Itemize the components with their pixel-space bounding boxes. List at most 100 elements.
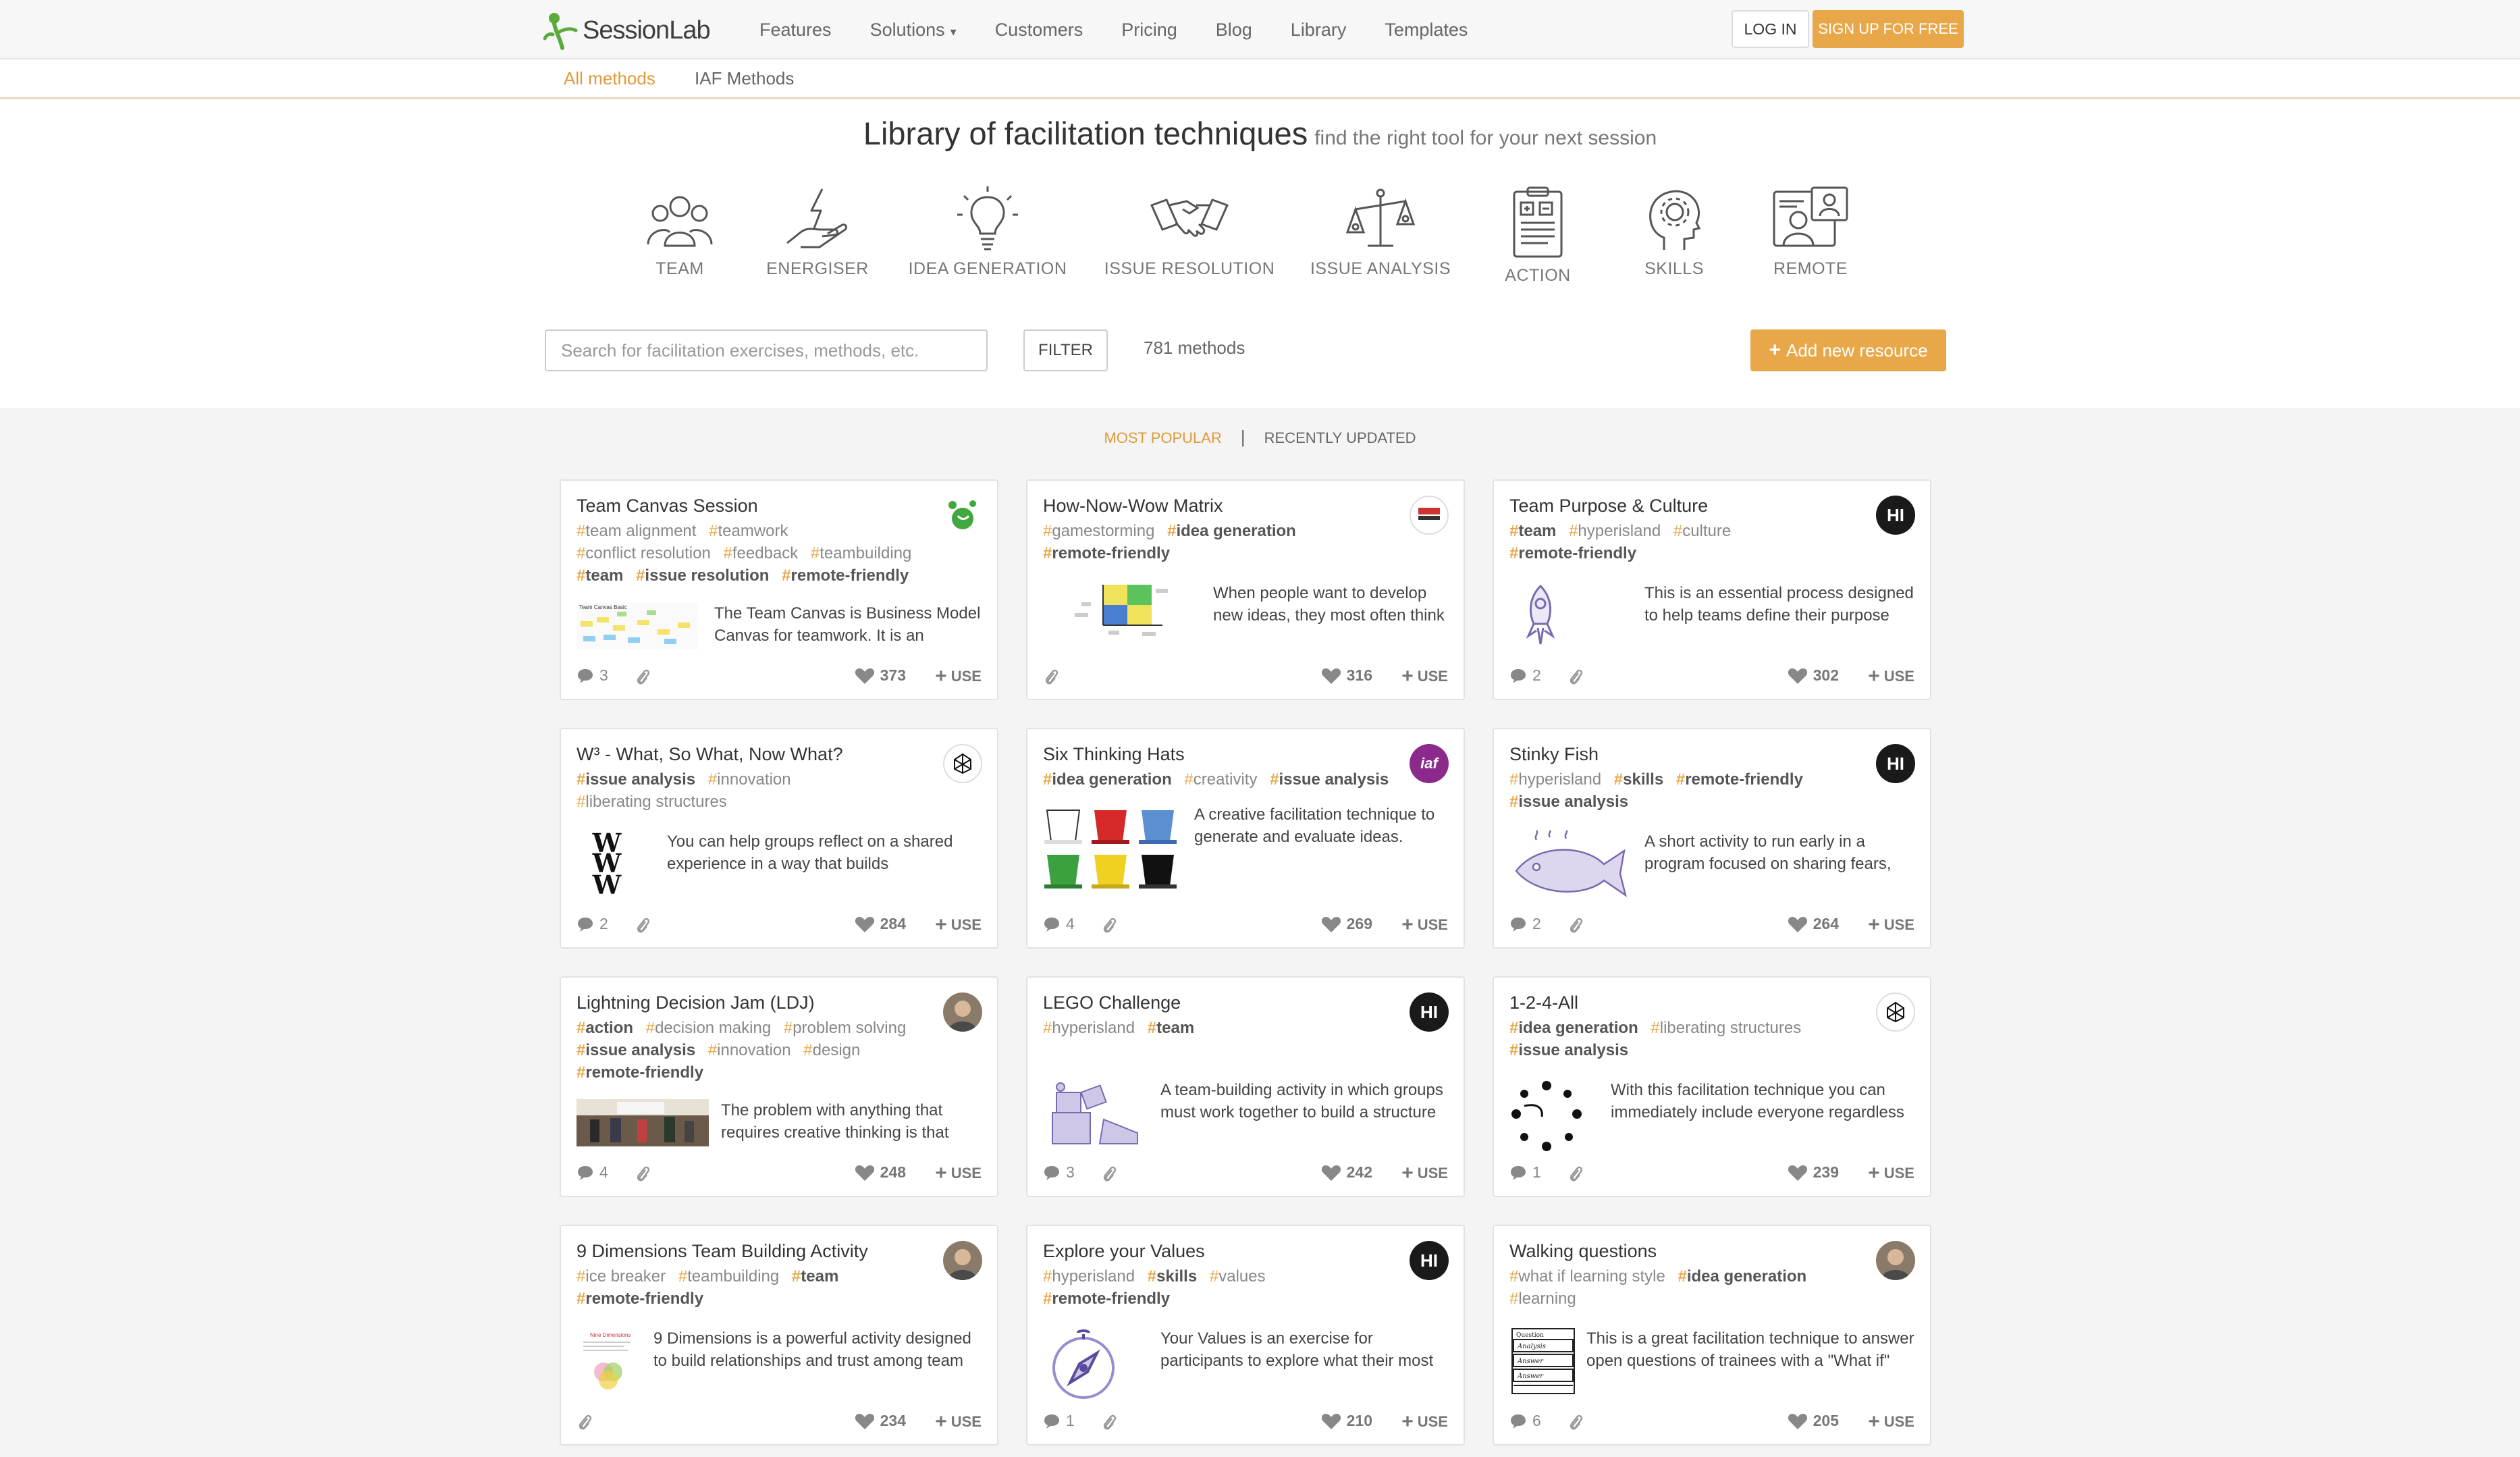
- use-button[interactable]: + USE: [1401, 915, 1448, 935]
- tag-link[interactable]: #skills: [1148, 1267, 1197, 1286]
- tag-link[interactable]: #gamestorming: [1043, 522, 1154, 540]
- add-new-resource-button[interactable]: + Add new resource: [1750, 329, 1946, 371]
- tag-link[interactable]: #action: [577, 1019, 633, 1037]
- tag-link[interactable]: #ice breaker: [577, 1267, 666, 1286]
- card-thumbnail[interactable]: [1043, 1079, 1144, 1150]
- liberating-structures-badge[interactable]: [1876, 992, 1915, 1032]
- nav-library[interactable]: Library: [1291, 20, 1347, 41]
- card-thumbnail[interactable]: [1068, 582, 1183, 646]
- nav-pricing[interactable]: Pricing: [1121, 20, 1177, 41]
- likes-button[interactable]: 248: [855, 1163, 906, 1182]
- comments-count[interactable]: 2: [1509, 666, 1541, 685]
- likes-button[interactable]: 284: [855, 915, 906, 933]
- tag-link[interactable]: #liberating structures: [577, 793, 727, 811]
- nav-templates[interactable]: Templates: [1385, 20, 1468, 41]
- hyper-island-badge[interactable]: HI: [1876, 496, 1915, 535]
- hyper-island-badge[interactable]: HI: [1876, 744, 1915, 783]
- use-button[interactable]: + USE: [1401, 1163, 1448, 1184]
- tag-link[interactable]: #what if learning style: [1509, 1267, 1665, 1286]
- tag-link[interactable]: #hyperisland: [1043, 1019, 1135, 1037]
- use-button[interactable]: + USE: [1868, 666, 1914, 687]
- likes-button[interactable]: 373: [855, 666, 906, 685]
- author-avatar[interactable]: [943, 992, 982, 1032]
- comments-count[interactable]: 1: [1509, 1163, 1541, 1182]
- card-title[interactable]: Walking questions: [1509, 1241, 1657, 1262]
- tag-link[interactable]: #decision making: [646, 1019, 771, 1037]
- method-card[interactable]: Team Purpose & Culture HI #team #hyperisla…: [1493, 479, 1931, 700]
- tag-link[interactable]: #issue analysis: [577, 770, 695, 789]
- tag-link[interactable]: #idea generation: [1043, 770, 1172, 789]
- tag-link[interactable]: #hyperisland: [1043, 1267, 1135, 1286]
- tag-link[interactable]: #team: [1509, 522, 1556, 540]
- nav-features[interactable]: Features: [759, 20, 832, 41]
- author-avatar[interactable]: [1876, 1241, 1915, 1280]
- card-title[interactable]: LEGO Challenge: [1043, 992, 1181, 1013]
- card-thumbnail[interactable]: [1509, 582, 1570, 653]
- tag-link[interactable]: #innovation: [708, 770, 791, 789]
- tag-link[interactable]: #team: [1148, 1019, 1194, 1037]
- method-card[interactable]: Stinky Fish HI #hyperisland #skills #remot…: [1493, 728, 1931, 949]
- use-button[interactable]: + USE: [935, 915, 982, 935]
- hyper-island-badge[interactable]: HI: [1410, 1241, 1449, 1280]
- tag-link[interactable]: #creativity: [1184, 770, 1257, 789]
- category-issue-analysis[interactable]: ISSUE ANALYSIS: [1293, 185, 1468, 279]
- tag-link[interactable]: #values: [1210, 1267, 1266, 1286]
- method-card[interactable]: Walking questions #what if learning style…: [1493, 1225, 1931, 1446]
- sort-recently-updated[interactable]: RECENTLY UPDATED: [1264, 429, 1416, 446]
- use-button[interactable]: + USE: [935, 1163, 982, 1184]
- author-logo-badge[interactable]: [943, 496, 982, 535]
- comments-count[interactable]: 6: [1509, 1412, 1541, 1430]
- tag-link[interactable]: #remote-friendly: [1509, 544, 1636, 562]
- card-title[interactable]: Team Canvas Session: [577, 496, 758, 516]
- use-button[interactable]: + USE: [1401, 666, 1448, 687]
- method-card[interactable]: W³ - What, So What, Now What? #issue anal…: [560, 728, 998, 949]
- tag-link[interactable]: #hyperisland: [1509, 770, 1601, 789]
- likes-button[interactable]: 239: [1788, 1163, 1839, 1182]
- tag-link[interactable]: #hyperisland: [1569, 522, 1661, 540]
- card-thumbnail[interactable]: WWW: [577, 828, 637, 901]
- tag-link[interactable]: #culture: [1673, 522, 1731, 540]
- tag-link[interactable]: #remote-friendly: [1676, 770, 1803, 789]
- sort-most-popular[interactable]: MOST POPULAR: [1104, 429, 1221, 446]
- tag-link[interactable]: #learning: [1509, 1290, 1576, 1308]
- card-thumbnail[interactable]: [1509, 1079, 1584, 1157]
- tag-link[interactable]: #innovation: [708, 1041, 791, 1059]
- comments-count[interactable]: 3: [1043, 1163, 1075, 1182]
- use-button[interactable]: + USE: [1868, 1163, 1914, 1184]
- signup-button[interactable]: SIGN UP FOR FREE: [1813, 10, 1964, 48]
- method-card[interactable]: Team Canvas Session #team alignment #team…: [560, 479, 998, 700]
- filter-button[interactable]: FILTER: [1023, 329, 1108, 371]
- tag-link[interactable]: #problem solving: [784, 1019, 906, 1037]
- tag-link[interactable]: #idea generation: [1678, 1267, 1806, 1286]
- tag-link[interactable]: #team: [792, 1267, 838, 1286]
- card-thumbnail[interactable]: [1509, 827, 1631, 901]
- subnav-all-methods[interactable]: All methods: [564, 68, 655, 89]
- tag-link[interactable]: #conflict resolution: [577, 544, 711, 562]
- nav-solutions[interactable]: Solutions ▾: [870, 20, 957, 41]
- tag-link[interactable]: #idea generation: [1509, 1019, 1638, 1037]
- comments-count[interactable]: 4: [577, 1163, 608, 1182]
- tag-link[interactable]: #feedback: [723, 544, 798, 562]
- hyper-island-badge[interactable]: HI: [1410, 992, 1449, 1032]
- tag-link[interactable]: #issue analysis: [577, 1041, 695, 1059]
- card-thumbnail[interactable]: Question Analysis Answer Answer: [1509, 1327, 1577, 1398]
- tag-link[interactable]: #issue analysis: [1509, 793, 1628, 811]
- category-idea-generation[interactable]: IDEA GENERATION: [900, 185, 1075, 279]
- card-title[interactable]: 9 Dimensions Team Building Activity: [577, 1241, 868, 1262]
- card-title[interactable]: Team Purpose & Culture: [1509, 496, 1708, 516]
- tag-link[interactable]: #teamwork: [709, 522, 788, 540]
- card-title[interactable]: Six Thinking Hats: [1043, 744, 1185, 765]
- method-card[interactable]: 9 Dimensions Team Building Activity #ice …: [560, 1225, 998, 1446]
- tag-link[interactable]: #remote-friendly: [577, 1063, 703, 1082]
- tag-link[interactable]: #issue resolution: [636, 566, 769, 585]
- tag-link[interactable]: #idea generation: [1167, 522, 1296, 540]
- nav-blog[interactable]: Blog: [1216, 20, 1252, 41]
- tag-link[interactable]: #teambuilding: [811, 544, 911, 562]
- method-card[interactable]: Explore your Values HI #hyperisland #skill…: [1026, 1225, 1465, 1446]
- comments-count[interactable]: 3: [577, 666, 608, 685]
- likes-button[interactable]: 316: [1321, 666, 1372, 685]
- use-button[interactable]: + USE: [1401, 1412, 1448, 1432]
- tag-link[interactable]: #remote-friendly: [577, 1290, 703, 1308]
- likes-button[interactable]: 302: [1788, 666, 1839, 685]
- card-thumbnail[interactable]: Nine Dimensions: [577, 1327, 637, 1398]
